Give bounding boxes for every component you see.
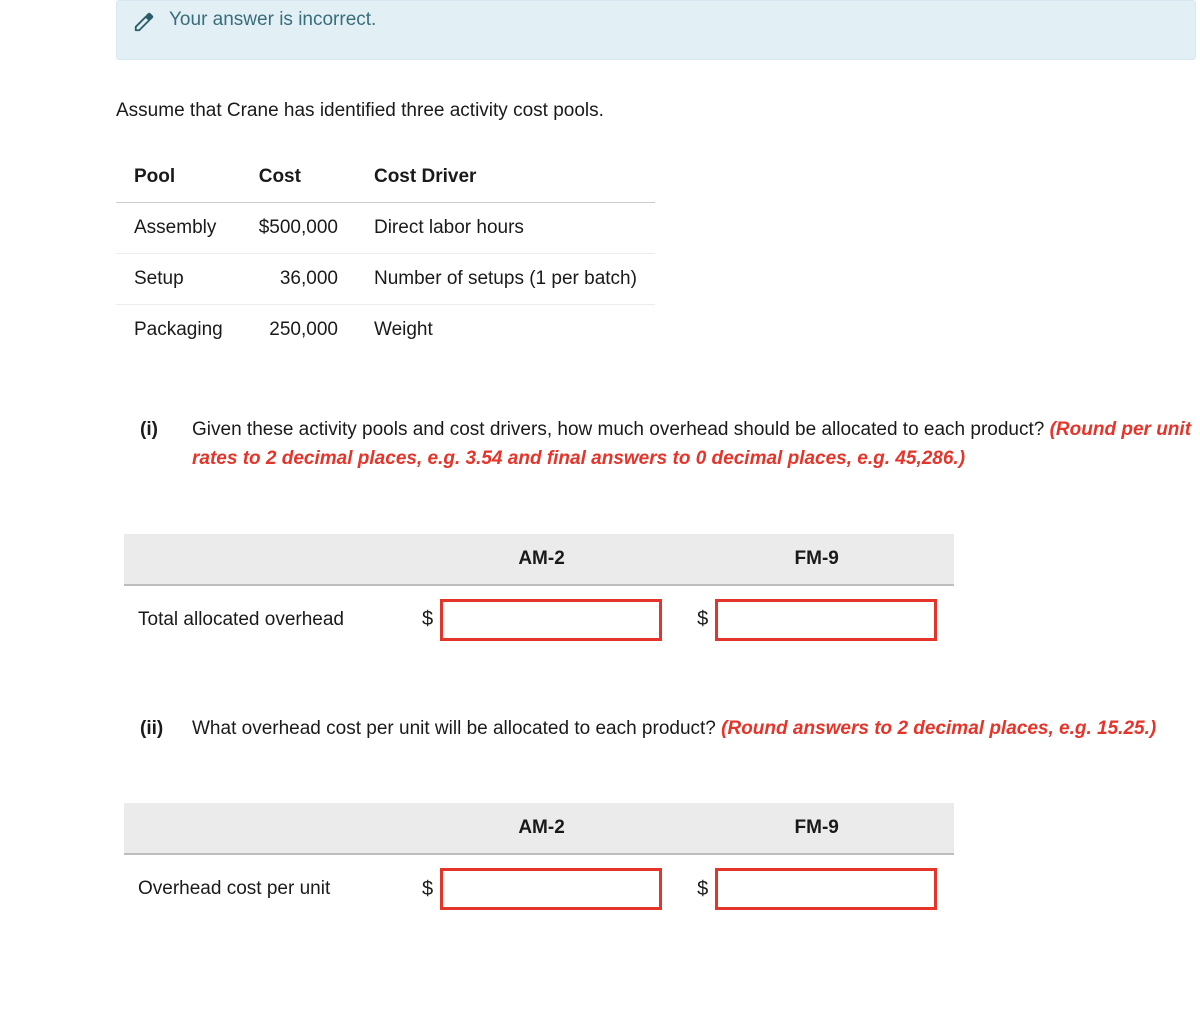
col-am2: AM-2: [404, 534, 679, 585]
intro-text: Assume that Crane has identified three a…: [116, 100, 1196, 122]
cell-cost: 36,000: [241, 254, 356, 305]
blank-header: [124, 803, 404, 854]
row-label: Total allocated overhead: [124, 585, 404, 654]
pencil-icon: [133, 11, 155, 39]
answer-table-i: AM-2 FM-9 Total allocated overhead $: [124, 534, 954, 654]
cell-cost: $500,000: [241, 203, 356, 254]
blank-header: [124, 534, 404, 585]
th-cost: Cost: [241, 152, 356, 203]
th-pool: Pool: [116, 152, 241, 203]
alert-text: Your answer is incorrect.: [169, 9, 376, 31]
cell-pool: Packaging: [116, 305, 241, 356]
incorrect-alert: Your answer is incorrect.: [116, 0, 1196, 60]
row-label: Overhead cost per unit: [124, 854, 404, 923]
cell-driver: Weight: [356, 305, 655, 356]
question-ii: (ii) What overhead cost per unit will be…: [140, 714, 1196, 743]
cell-driver: Direct labor hours: [356, 203, 655, 254]
table-row: Assembly $500,000 Direct labor hours: [116, 203, 655, 254]
question-index: (i): [140, 415, 172, 474]
question-body: What overhead cost per unit will be allo…: [192, 714, 1196, 743]
question-text: What overhead cost per unit will be allo…: [192, 718, 721, 739]
dollar-sign: $: [422, 608, 433, 631]
am2-perunit-input[interactable]: [441, 869, 661, 909]
question-text: Given these activity pools and cost driv…: [192, 419, 1050, 440]
fm9-total-input[interactable]: [716, 600, 936, 640]
answer-table-ii: AM-2 FM-9 Overhead cost per unit $: [124, 803, 954, 923]
cell-pool: Assembly: [116, 203, 241, 254]
cell-driver: Number of setups (1 per batch): [356, 254, 655, 305]
cost-pool-table: Pool Cost Cost Driver Assembly $500,000 …: [116, 152, 655, 355]
question-index: (ii): [140, 714, 172, 743]
th-driver: Cost Driver: [356, 152, 655, 203]
col-am2: AM-2: [404, 803, 679, 854]
cell-pool: Setup: [116, 254, 241, 305]
dollar-sign: $: [697, 608, 708, 631]
dollar-sign: $: [697, 878, 708, 901]
question-i: (i) Given these activity pools and cost …: [140, 415, 1196, 474]
answer-row: Total allocated overhead $ $: [124, 585, 954, 654]
dollar-sign: $: [422, 878, 433, 901]
fm9-perunit-input[interactable]: [716, 869, 936, 909]
answer-row: Overhead cost per unit $ $: [124, 854, 954, 923]
question-hint: (Round answers to 2 decimal places, e.g.…: [721, 718, 1156, 739]
cell-cost: 250,000: [241, 305, 356, 356]
question-body: Given these activity pools and cost driv…: [192, 415, 1196, 474]
table-row: Packaging 250,000 Weight: [116, 305, 655, 356]
am2-total-input[interactable]: [441, 600, 661, 640]
col-fm9: FM-9: [679, 534, 954, 585]
table-row: Setup 36,000 Number of setups (1 per bat…: [116, 254, 655, 305]
col-fm9: FM-9: [679, 803, 954, 854]
